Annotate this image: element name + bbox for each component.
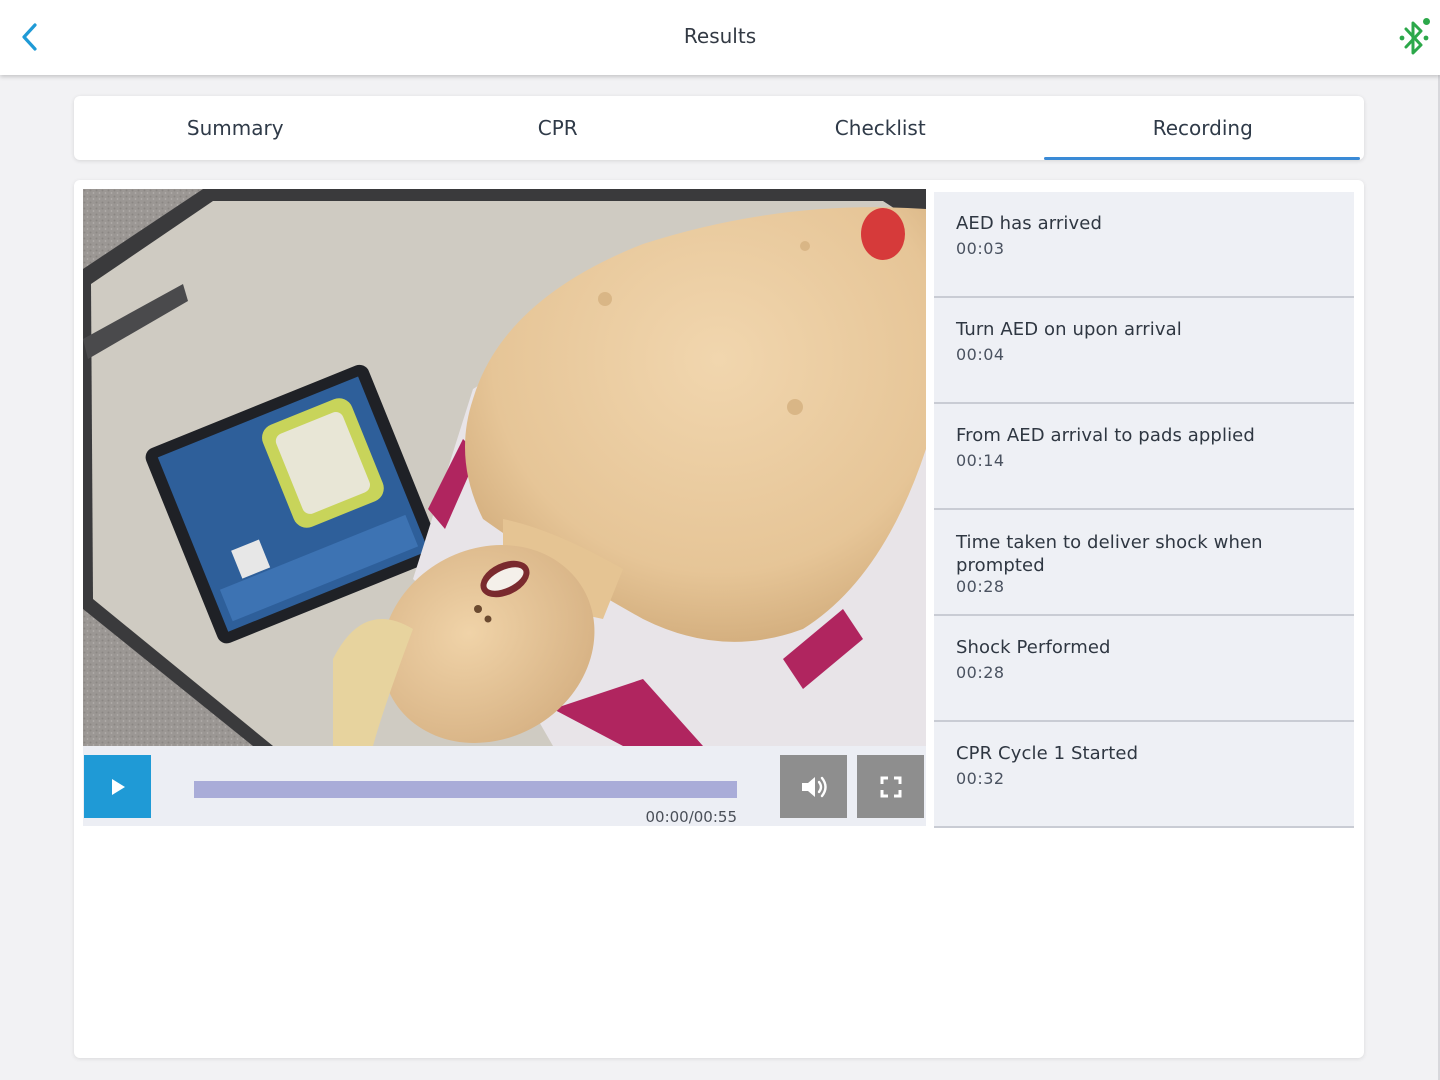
volume-icon bbox=[801, 776, 827, 797]
event-time: 00:32 bbox=[956, 769, 1005, 788]
event-title: Time taken to deliver shock when prompte… bbox=[956, 532, 1263, 576]
fullscreen-icon bbox=[880, 776, 901, 797]
event-time: 00:03 bbox=[956, 239, 1005, 258]
tab-bar: Summary CPR Checklist Recording bbox=[74, 96, 1364, 160]
event-title: CPR Cycle 1 Started bbox=[956, 743, 1139, 764]
tab-summary[interactable]: Summary bbox=[74, 96, 397, 160]
event-time: 00:14 bbox=[956, 451, 1005, 470]
event-time: 00:04 bbox=[956, 345, 1005, 364]
fullscreen-button[interactable] bbox=[857, 755, 924, 818]
bluetooth-status-dot bbox=[1423, 18, 1430, 25]
event-item[interactable]: Shock Performed 00:28 bbox=[934, 616, 1354, 722]
tab-cpr[interactable]: CPR bbox=[397, 96, 720, 160]
time-display: 00:00/00:55 bbox=[645, 808, 737, 826]
player-controls: 00:00/00:55 bbox=[83, 746, 926, 826]
event-title: From AED arrival to pads applied bbox=[956, 425, 1255, 446]
event-time: 00:28 bbox=[956, 577, 1005, 596]
top-bar: Results bbox=[0, 0, 1440, 75]
tab-checklist[interactable]: Checklist bbox=[719, 96, 1042, 160]
event-time: 00:28 bbox=[956, 663, 1005, 682]
play-button[interactable] bbox=[84, 755, 151, 818]
page-title: Results bbox=[683, 24, 757, 48]
event-title: Turn AED on upon arrival bbox=[956, 319, 1182, 340]
video-player[interactable] bbox=[83, 189, 926, 746]
bluetooth-button[interactable] bbox=[1394, 16, 1434, 60]
event-list: AED has arrived 00:03 Turn AED on upon a… bbox=[934, 192, 1354, 828]
event-item[interactable]: CPR Cycle 1 Started 00:32 bbox=[934, 722, 1354, 828]
video-frame bbox=[83, 189, 926, 746]
volume-button[interactable] bbox=[780, 755, 847, 818]
progress-bar[interactable] bbox=[194, 781, 737, 798]
event-item[interactable]: Turn AED on upon arrival 00:04 bbox=[934, 298, 1354, 404]
event-item[interactable]: From AED arrival to pads applied 00:14 bbox=[934, 404, 1354, 510]
tab-recording[interactable]: Recording bbox=[1042, 96, 1365, 160]
event-item[interactable]: Time taken to deliver shock when prompte… bbox=[934, 510, 1354, 616]
event-item[interactable]: AED has arrived 00:03 bbox=[934, 192, 1354, 298]
recording-panel: 00:00/00:55 AED has arrived 00:03 Turn A… bbox=[74, 180, 1364, 1058]
event-title: Shock Performed bbox=[956, 637, 1111, 658]
play-icon bbox=[111, 778, 125, 795]
event-title: AED has arrived bbox=[956, 213, 1102, 234]
